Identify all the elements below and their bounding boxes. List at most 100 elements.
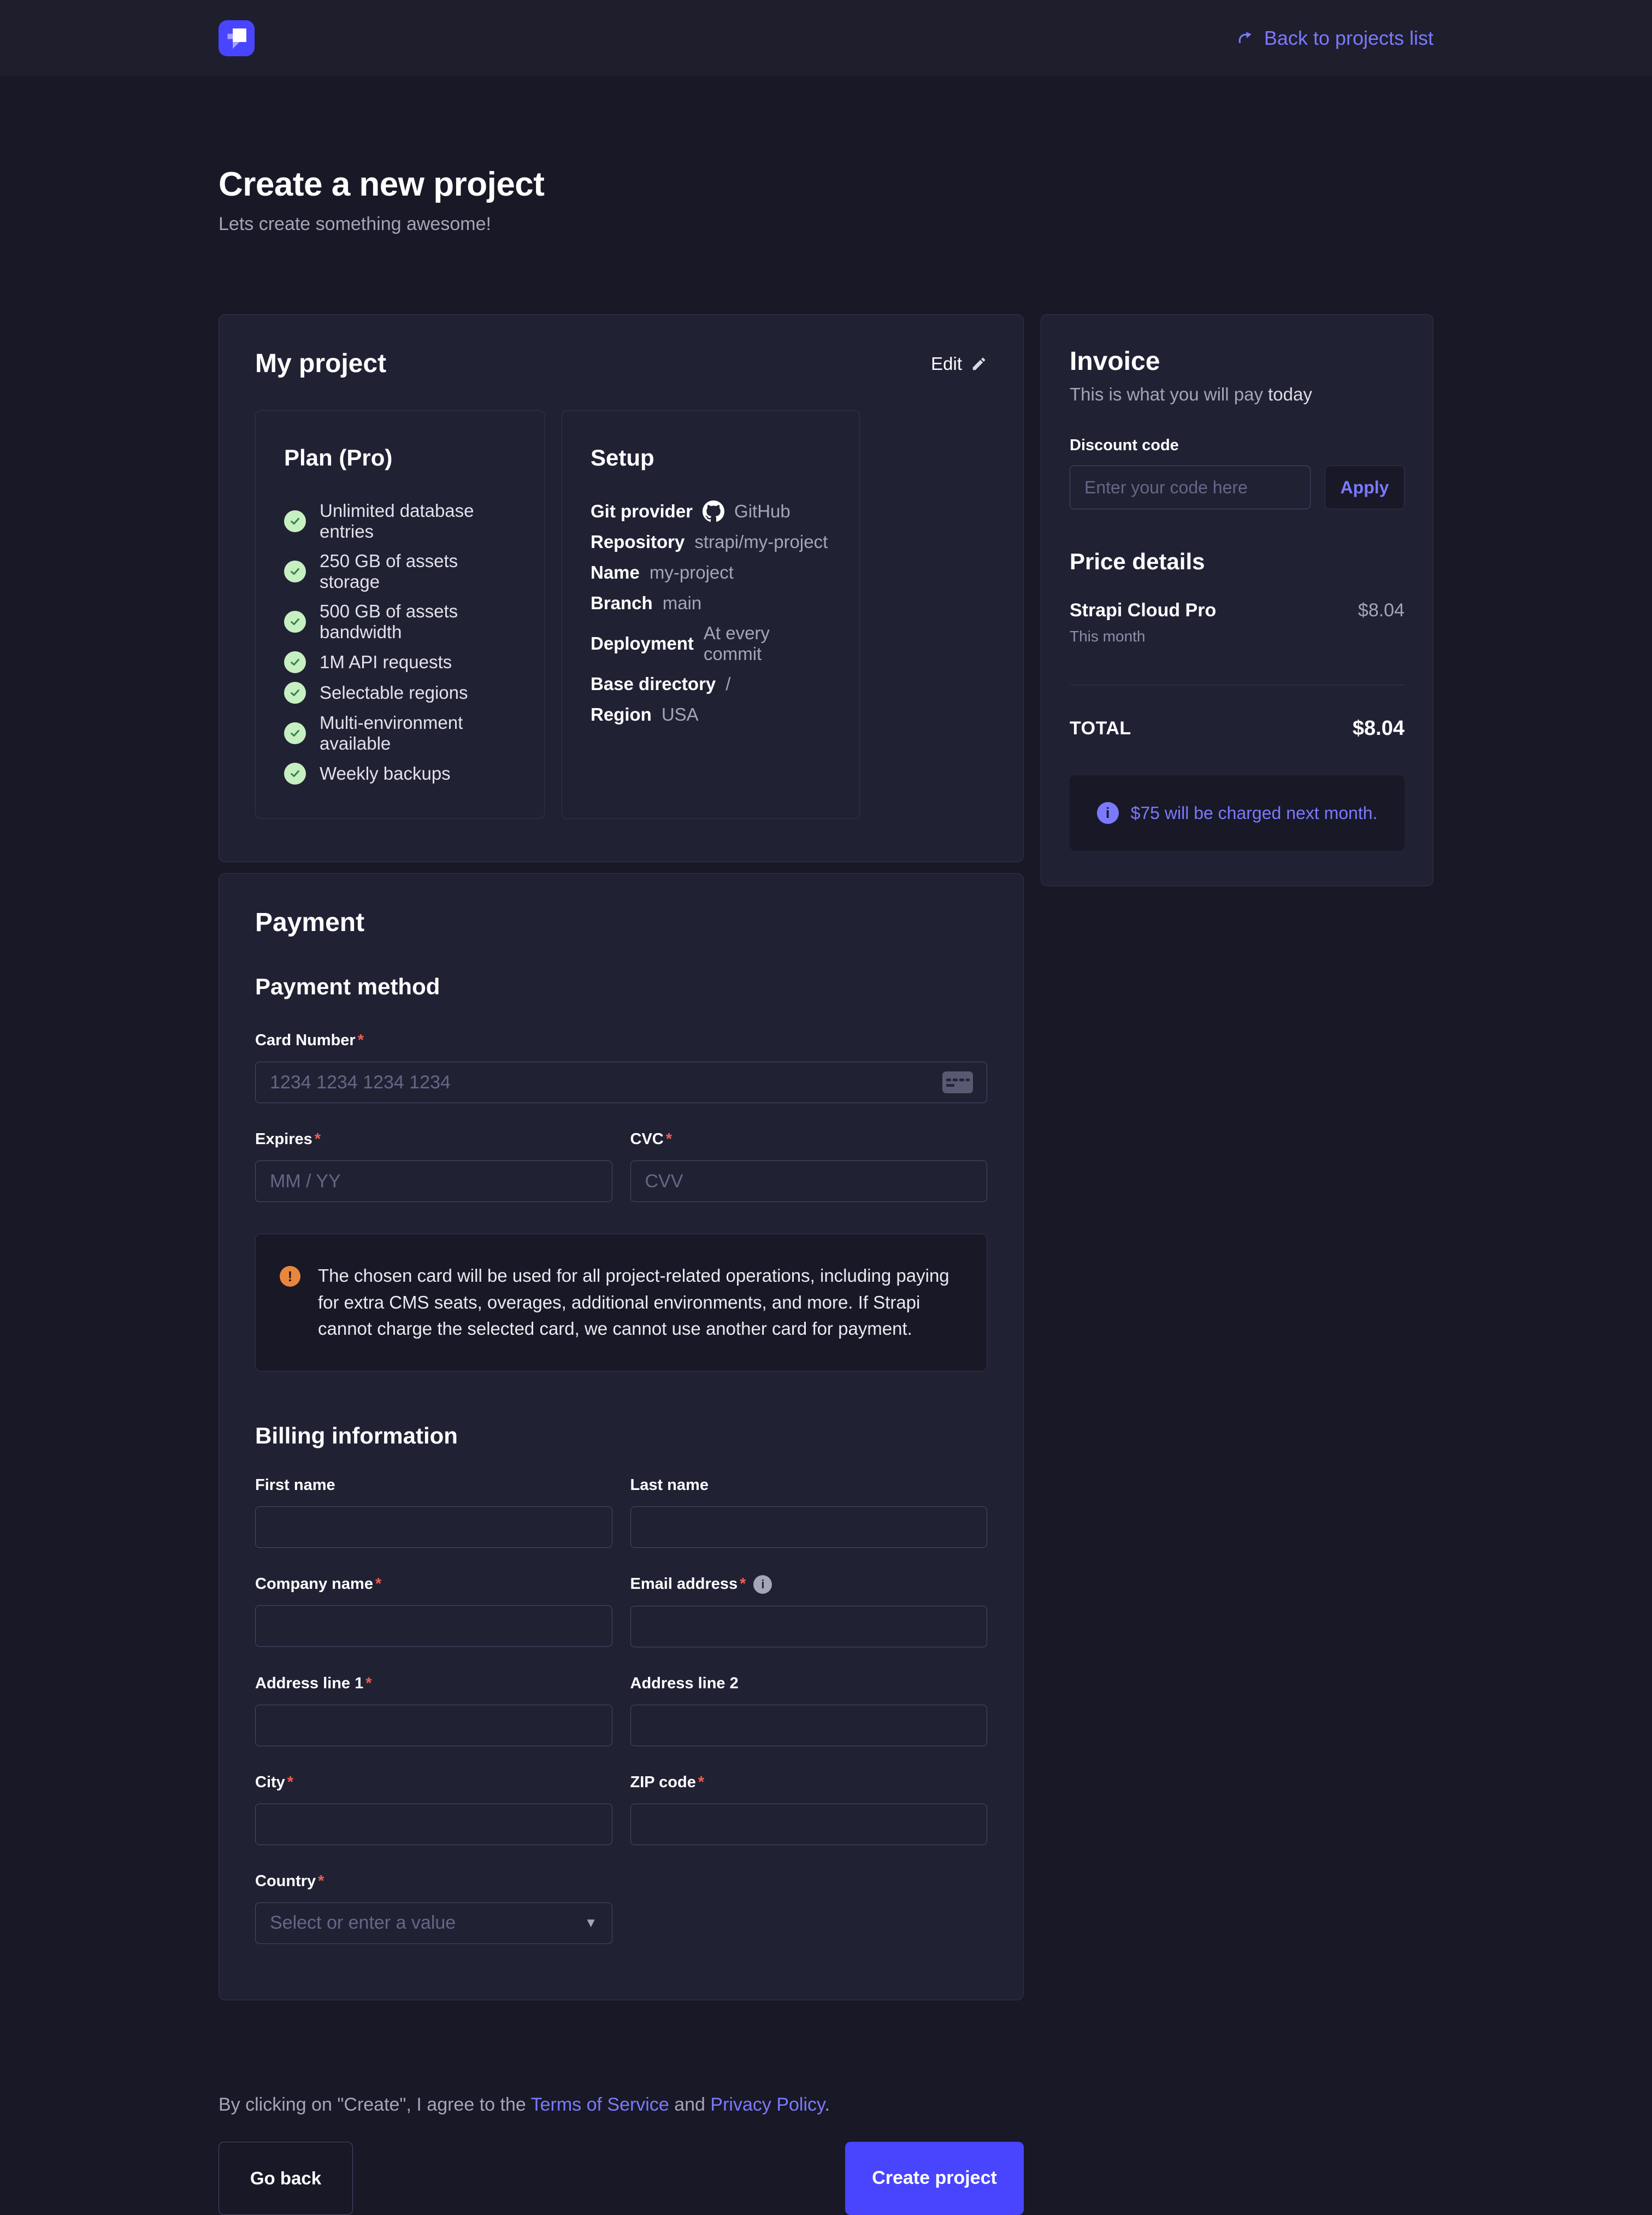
price-line-item: Strapi Cloud Pro $8.04 bbox=[1070, 600, 1405, 621]
city-input[interactable] bbox=[255, 1804, 612, 1845]
payment-title: Payment bbox=[255, 908, 987, 938]
setup-row-value: GitHub bbox=[734, 501, 790, 522]
page-subtitle: Lets create something awesome! bbox=[219, 214, 1433, 235]
plan-title: Plan (Pro) bbox=[284, 445, 516, 471]
check-icon bbox=[284, 682, 306, 704]
total-row: TOTAL $8.04 bbox=[1070, 717, 1405, 740]
country-select[interactable]: Select or enter a value ▼ bbox=[255, 1902, 612, 1944]
setup-row-label: Repository bbox=[591, 532, 685, 552]
required-marker: * bbox=[375, 1575, 381, 1593]
check-icon bbox=[284, 763, 306, 785]
setup-row-label: Base directory bbox=[591, 674, 716, 694]
invoice-subtitle: This is what you will pay today bbox=[1070, 384, 1405, 405]
total-label: TOTAL bbox=[1070, 718, 1131, 739]
email-address-label: Email address* i bbox=[630, 1575, 988, 1594]
zip-code-input[interactable] bbox=[630, 1804, 988, 1845]
country-label: Country* bbox=[255, 1872, 612, 1890]
setup-row: Git provider GitHub bbox=[591, 500, 831, 522]
plan-feature: Weekly backups bbox=[284, 763, 516, 785]
first-name-input[interactable] bbox=[255, 1506, 612, 1548]
setup-row: Base directory/ bbox=[591, 673, 831, 695]
last-name-input[interactable] bbox=[630, 1506, 988, 1548]
info-icon: i bbox=[1097, 802, 1119, 824]
next-month-note: i $75 will be charged next month. bbox=[1070, 775, 1405, 851]
setup-row: Region USA bbox=[591, 704, 831, 726]
setup-row-label: Git provider bbox=[591, 501, 693, 522]
strapi-logo-icon bbox=[219, 20, 255, 56]
required-marker: * bbox=[698, 1774, 704, 1792]
expires-input[interactable] bbox=[255, 1160, 612, 1202]
plan-feature: 250 GB of assets storage bbox=[284, 551, 516, 592]
next-month-note-text: $75 will be charged next month. bbox=[1131, 803, 1378, 823]
apply-button[interactable]: Apply bbox=[1325, 466, 1405, 509]
plan-feature: 500 GB of assets bandwidth bbox=[284, 601, 516, 643]
price-item-period: This month bbox=[1070, 628, 1405, 645]
invoice-panel: Invoice This is what you will pay today … bbox=[1041, 314, 1433, 886]
setup-row-label: Region bbox=[591, 704, 652, 725]
address-line-1-label: Address line 1* bbox=[255, 1675, 612, 1693]
price-item-amount: $8.04 bbox=[1358, 600, 1405, 621]
check-icon bbox=[284, 561, 306, 582]
discount-code-input[interactable] bbox=[1070, 466, 1311, 509]
setup-row-value: USA bbox=[662, 704, 699, 725]
setup-row-value: At every commit bbox=[704, 623, 831, 664]
plan-feature-label: Unlimited database entries bbox=[320, 500, 516, 542]
address-line-2-label: Address line 2 bbox=[630, 1675, 988, 1693]
invoice-title: Invoice bbox=[1070, 346, 1405, 376]
chevron-down-icon: ▼ bbox=[585, 1916, 598, 1931]
address-line-2-input[interactable] bbox=[630, 1705, 988, 1746]
first-name-label: First name bbox=[255, 1476, 612, 1494]
setup-row-label: Branch bbox=[591, 593, 653, 614]
price-item-name: Strapi Cloud Pro bbox=[1070, 600, 1216, 621]
create-project-button[interactable]: Create project bbox=[845, 2142, 1024, 2215]
card-number-label: Card Number* bbox=[255, 1032, 987, 1050]
credit-card-icon bbox=[942, 1071, 973, 1093]
address-line-1-input[interactable] bbox=[255, 1705, 612, 1746]
go-back-button[interactable]: Go back bbox=[219, 2142, 353, 2215]
payment-method-title: Payment method bbox=[255, 974, 987, 1000]
warning-icon: ! bbox=[280, 1266, 300, 1287]
back-link-label: Back to projects list bbox=[1264, 27, 1433, 50]
plan-feature-label: 1M API requests bbox=[320, 652, 452, 673]
expires-label: Expires* bbox=[255, 1130, 612, 1148]
company-name-input[interactable] bbox=[255, 1605, 612, 1647]
plan-feature-label: 500 GB of assets bandwidth bbox=[320, 601, 516, 643]
cvc-label: CVC* bbox=[630, 1130, 988, 1148]
info-icon[interactable]: i bbox=[753, 1575, 772, 1594]
plan-feature-label: Weekly backups bbox=[320, 763, 451, 784]
card-usage-warning: ! The chosen card will be used for all p… bbox=[255, 1234, 987, 1371]
email-address-input[interactable] bbox=[630, 1606, 988, 1647]
company-name-label: Company name* bbox=[255, 1575, 612, 1593]
required-marker: * bbox=[666, 1130, 672, 1148]
plan-feature-list: Unlimited database entries 250 GB of ass… bbox=[284, 500, 516, 785]
project-card-title: My project bbox=[255, 349, 386, 379]
plan-feature-label: Multi-environment available bbox=[320, 712, 516, 754]
warning-text: The chosen card will be used for all pro… bbox=[318, 1263, 963, 1342]
price-details-title: Price details bbox=[1070, 549, 1405, 575]
plan-feature-label: 250 GB of assets storage bbox=[320, 551, 516, 592]
setup-row-label: Deployment bbox=[591, 633, 694, 654]
plan-feature: Unlimited database entries bbox=[284, 500, 516, 542]
back-to-projects-link[interactable]: Back to projects list bbox=[1235, 27, 1433, 50]
last-name-label: Last name bbox=[630, 1476, 988, 1494]
my-project-card: My project Edit Plan (Pro) Unlimited dat… bbox=[219, 314, 1024, 862]
required-marker: * bbox=[365, 1675, 371, 1693]
required-marker: * bbox=[740, 1575, 746, 1593]
check-icon bbox=[284, 722, 306, 744]
github-icon bbox=[703, 500, 724, 522]
check-icon bbox=[284, 651, 306, 673]
cvc-input[interactable] bbox=[630, 1160, 988, 1202]
billing-title: Billing information bbox=[255, 1423, 987, 1449]
total-amount: $8.04 bbox=[1353, 717, 1405, 740]
edit-button[interactable]: Edit bbox=[931, 354, 987, 374]
plan-feature-label: Selectable regions bbox=[320, 682, 468, 703]
required-marker: * bbox=[358, 1032, 364, 1050]
check-icon bbox=[284, 510, 306, 532]
card-number-input[interactable] bbox=[255, 1062, 987, 1103]
terms-of-service-link[interactable]: Terms of Service bbox=[531, 2094, 669, 2115]
setup-row-value: strapi/my-project bbox=[694, 532, 828, 552]
privacy-policy-link[interactable]: Privacy Policy bbox=[710, 2094, 824, 2115]
setup-list: Git provider GitHub Repository strapi/my-… bbox=[591, 500, 831, 726]
city-label: City* bbox=[255, 1774, 612, 1792]
strapi-logo[interactable] bbox=[219, 20, 255, 56]
